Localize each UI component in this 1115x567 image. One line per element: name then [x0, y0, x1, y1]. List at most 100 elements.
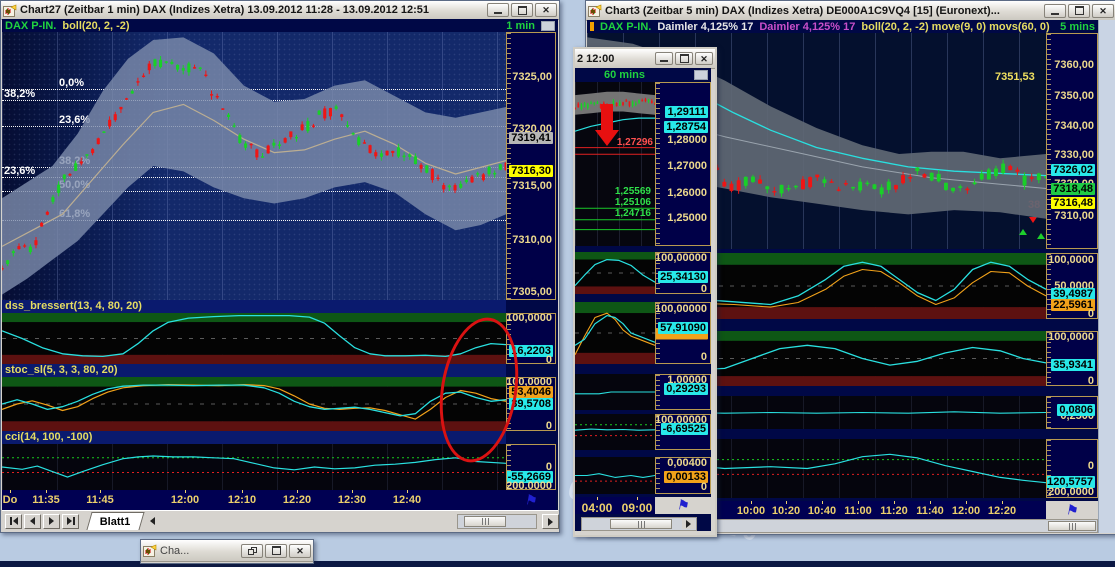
indicator-pane-cci[interactable] [2, 444, 506, 490]
price-value-label: 7316,30 [509, 165, 553, 178]
maximize-button[interactable] [675, 52, 693, 65]
tab-last-button[interactable] [62, 513, 79, 529]
minimize-button[interactable] [655, 52, 673, 65]
indicator-axis-1: 100,00000 25,34130 0 [655, 252, 711, 294]
chart-legend: DAX P-IN. boll(20, 2, -2) 1 min [2, 19, 558, 32]
horizontal-scrollbar[interactable] [581, 517, 697, 531]
titlebar-fx[interactable]: 2 12:00 ✕ [575, 49, 715, 69]
arrow-right-icon [686, 520, 691, 528]
maximize-button[interactable] [265, 543, 287, 558]
minimize-icon [494, 12, 502, 14]
indicator-axis-cci: 0 -55,2669 -200,0000 [506, 444, 556, 490]
time-tickmark [407, 490, 408, 493]
indicator-pane-stoc[interactable] [2, 377, 506, 431]
time-tick-label: 11:45 [86, 494, 114, 506]
axis-tick-label: 0 [1087, 307, 1094, 319]
time-axis: 04:00 09:00 [575, 497, 655, 514]
horizontal-scrollbar[interactable] [457, 514, 537, 529]
interval-label: 60 mins [604, 69, 645, 81]
tab-next-button[interactable] [43, 513, 60, 529]
alert-flag-zone: ⚑ [1046, 501, 1098, 519]
main-price-chart[interactable]: 1,25569 1,25106 1,24716 1,27296 [575, 82, 655, 246]
instrument-label: Daimler 4,125% 17 [657, 20, 754, 33]
titlebar-minimized[interactable]: Cha... ✕ [141, 540, 313, 562]
maximize-icon [271, 546, 281, 555]
main-price-chart[interactable]: 0,0%38,2%23,6%38,2%23,6%50,0%61,8% [2, 32, 506, 300]
sheet-tab-bar: Blatt1 [2, 510, 559, 531]
scroll-left-icon[interactable] [149, 517, 155, 525]
price-value-label: 7319,41 [509, 132, 553, 145]
arrow-right-icon [66, 517, 72, 525]
scrollbar-top-notch [541, 20, 555, 31]
price-value-label: 57,91090 [658, 322, 708, 335]
time-tick-label: 11:35 [32, 494, 60, 506]
time-tickmark [242, 490, 243, 493]
price-axis: 1,28000 1,27000 1,26000 1,25000 1,29111 1,287… [655, 82, 711, 246]
indicator-pane-dss[interactable] [2, 313, 506, 364]
titlebar-chart27[interactable]: Chart27 (Zeitbar 1 min) DAX (Indizes Xet… [1, 1, 559, 20]
scroll-right-button[interactable] [682, 519, 695, 529]
axis-tick-label: 0 [700, 283, 707, 294]
indicator-axis-3: 0,25000,0806 [1046, 396, 1098, 429]
indicator-pane-5[interactable] [575, 457, 655, 494]
axis-tick-label: 0 [545, 420, 552, 431]
restore-icon [247, 546, 257, 555]
close-icon: ✕ [1099, 5, 1107, 16]
indicator-pane-1[interactable] [575, 252, 655, 294]
time-tickmark [966, 501, 967, 504]
time-tick-label: 11:40 [916, 505, 944, 517]
tab-prev-button[interactable] [24, 513, 41, 529]
last-icon [72, 517, 75, 525]
axis-tick-label: 7315,00 [512, 179, 552, 192]
time-tick-label: 12:20 [282, 494, 312, 506]
close-button[interactable]: ✕ [1092, 3, 1114, 18]
indicator-axis-2: 100,0000 35,9341 0 [1046, 331, 1098, 386]
minimize-button[interactable] [1044, 3, 1066, 18]
scrollbar-thumb[interactable] [464, 516, 506, 527]
maximize-button[interactable] [511, 3, 533, 17]
axis-tickmarks [656, 83, 660, 245]
price-value-label: 1,29111 [665, 106, 708, 119]
price-value-label: 7326,02 [1051, 163, 1095, 176]
axis-tick-label: 100,00000 [655, 252, 707, 264]
time-tickmark [822, 501, 823, 504]
alert-flag-zone: ⚑ [506, 490, 556, 510]
time-tick-label: 12:00 [951, 505, 981, 517]
scrollbar-top-notch [694, 70, 708, 80]
time-tickmark [185, 490, 186, 493]
arrow-right-icon [548, 517, 553, 526]
close-button[interactable]: ✕ [535, 3, 557, 17]
study-label: boll(20, 2, -2) [62, 19, 130, 32]
indicator-header-dss: dss_bressert(13, 4, 80, 20) [2, 300, 506, 313]
indicator-pane-2[interactable] [575, 302, 655, 364]
indicator-axis-1: 100,0000 50,0000 39,4987 22,5961 0 [1046, 253, 1098, 319]
vertical-scrollbar[interactable] [1098, 20, 1115, 533]
minimize-button[interactable] [487, 3, 509, 17]
time-tick-label: 10:40 [807, 505, 837, 517]
indicator-axis-3: 1,00000 0,29293 [655, 374, 711, 410]
scrollbar-thumb[interactable] [1048, 521, 1096, 531]
tab-first-button[interactable] [5, 513, 22, 529]
axis-tick-label: 0 [1087, 374, 1094, 386]
time-tick-label: 12:10 [227, 494, 257, 506]
close-button[interactable]: ✕ [289, 543, 311, 558]
indicator-header-cci: cci(14, 100, -100) [2, 431, 506, 444]
time-axis: Do 11:35 11:45 12:00 12:10 12:20 12:30 12:40 [2, 490, 506, 510]
titlebar-chart3[interactable]: Chart3 (Zeitbar 5 min) DAX (Indizes Xetr… [586, 1, 1115, 21]
minimized-window-chart: Cha... ✕ [140, 539, 314, 564]
window-title: Chart3 (Zeitbar 5 min) DAX (Indizes Xetr… [605, 4, 1000, 17]
restore-button[interactable] [241, 543, 263, 558]
axis-tick-label: 7330,00 [1054, 148, 1094, 161]
close-button[interactable]: ✕ [695, 52, 713, 65]
scrollbar-thumb[interactable] [610, 519, 672, 529]
maximize-button[interactable] [1068, 3, 1090, 18]
chart-canvas [2, 37, 506, 295]
sheet-tab-blatt1[interactable]: Blatt1 [86, 512, 145, 530]
scroll-right-button[interactable] [542, 514, 559, 529]
chart-window-icon [588, 4, 602, 17]
flag-icon: ⚑ [1064, 500, 1080, 519]
indicator-pane-3[interactable] [575, 374, 655, 410]
window-chart-fx: 2 12:00 ✕ 60 mins 1,25569 1,25106 1,24716 1… [573, 47, 717, 537]
indicator-pane-4[interactable] [575, 414, 655, 450]
flag-icon: ⚑ [523, 490, 539, 509]
